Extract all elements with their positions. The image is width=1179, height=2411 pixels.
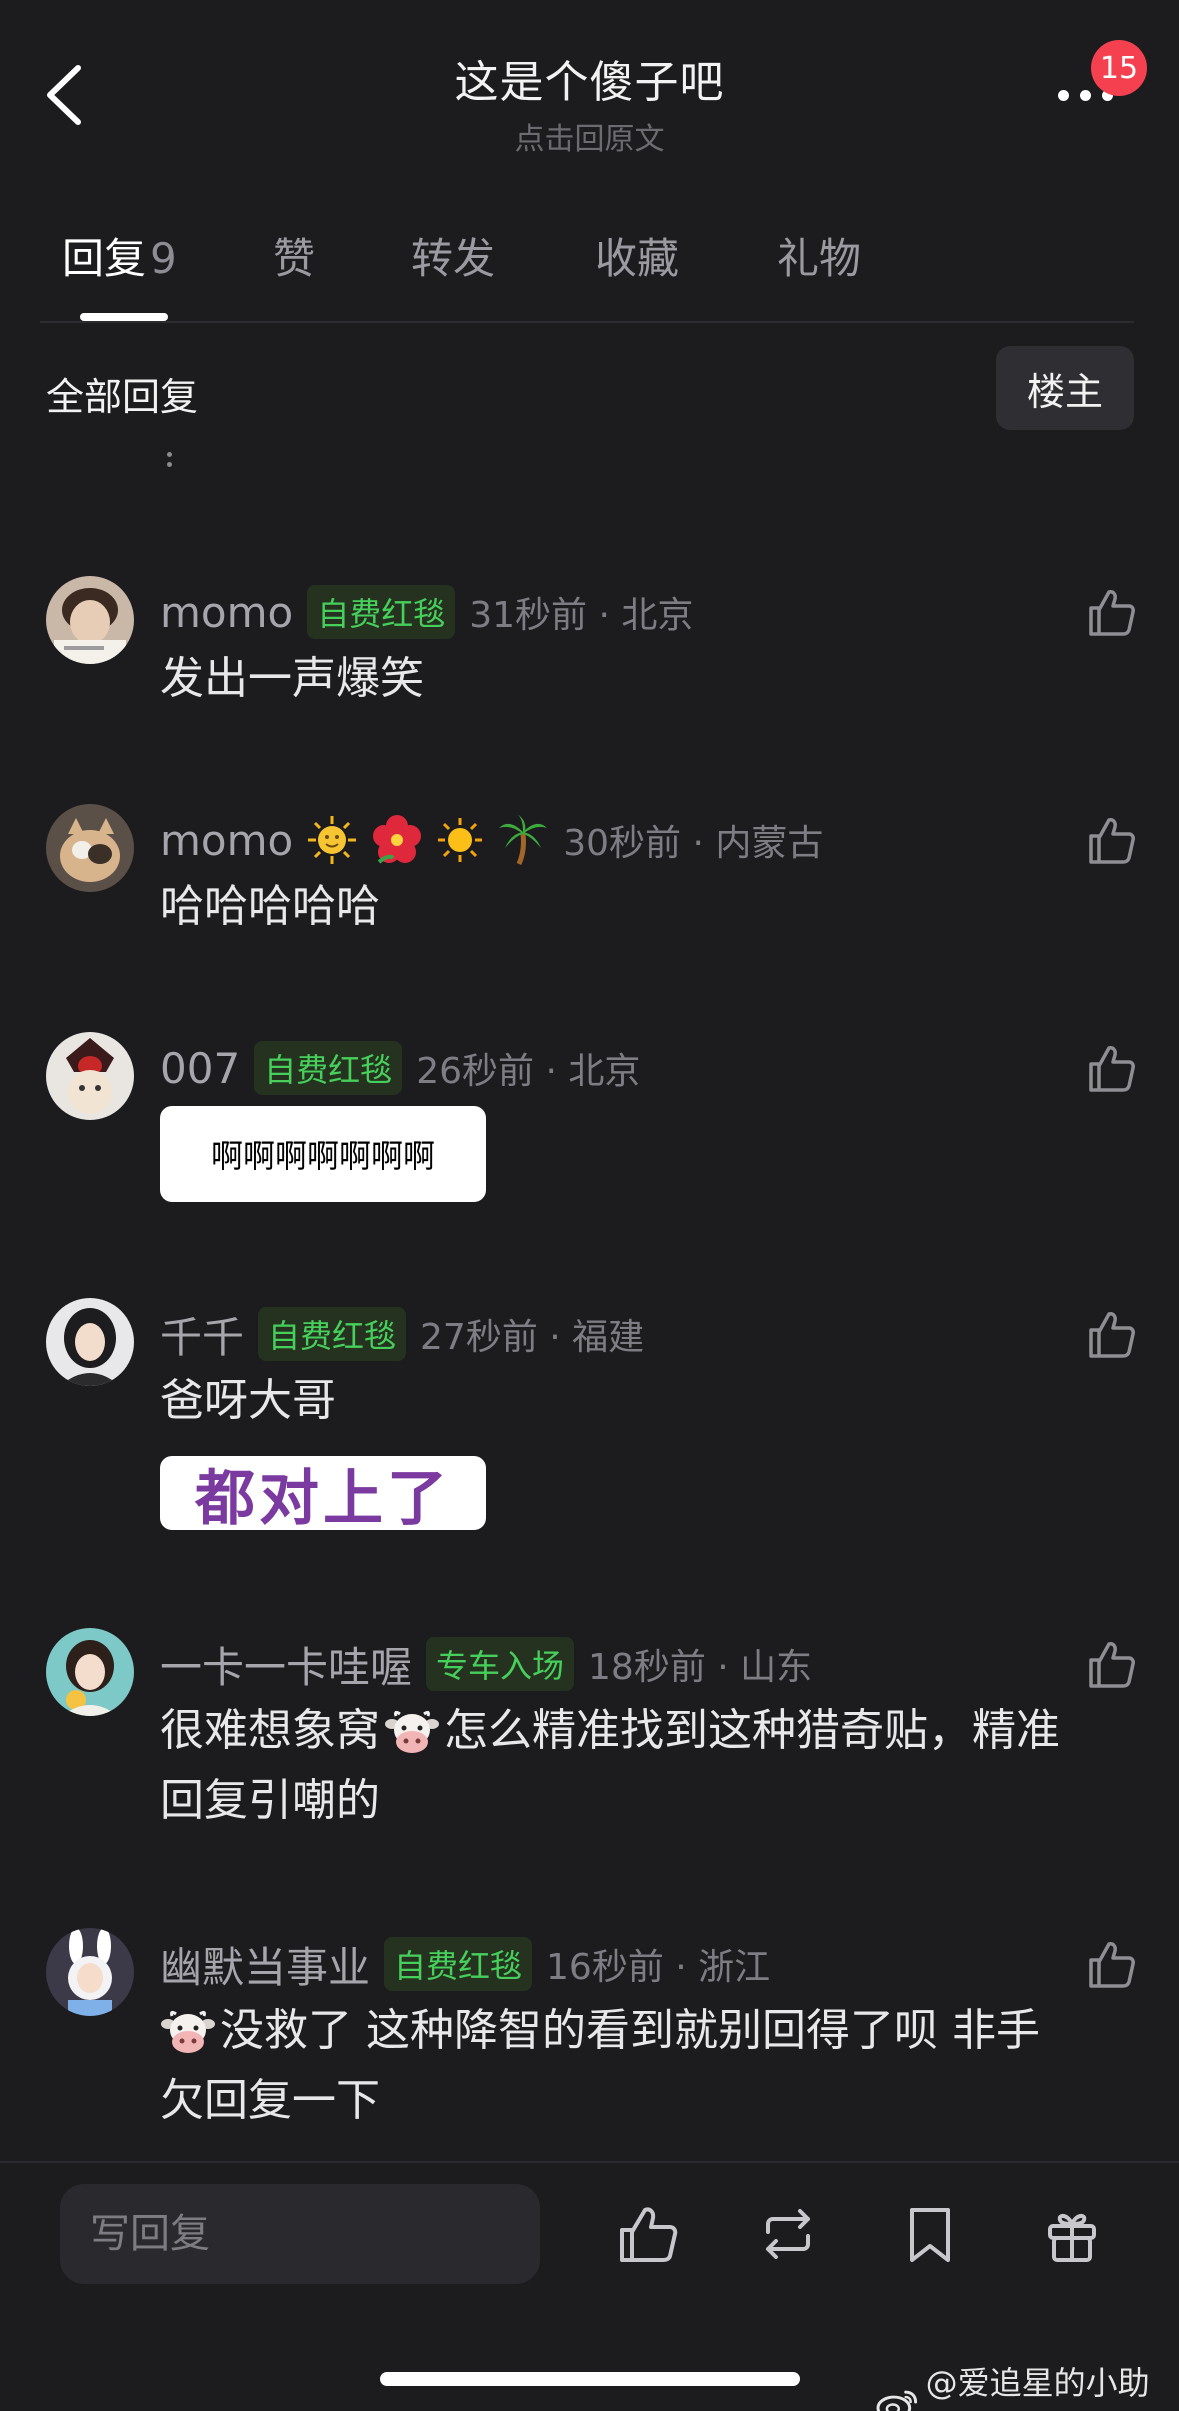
all-replies-heading: 全部回复: [46, 375, 199, 419]
username[interactable]: momo: [160, 588, 293, 637]
repost-icon[interactable]: [756, 2202, 820, 2266]
timestamp-location: 26秒前 · 北京: [416, 1051, 641, 1092]
comment-meta: momo 30秒前 · 内蒙古: [160, 810, 823, 870]
status-badge: 自费红毯: [384, 1937, 533, 1991]
timestamp-location: 27秒前 · 福建: [420, 1317, 645, 1358]
page-title: 这是个傻子吧: [454, 57, 725, 108]
thumb-up-icon[interactable]: [1085, 1308, 1137, 1360]
comment-text-part: 没救了 这种降智的看到就别回得了呗 非手: [220, 2005, 1040, 2056]
comment-text: 很难想象窝 怎么精准找到这种猎奇贴，精准回复引嘲的: [160, 1696, 1150, 1836]
thumb-up-icon[interactable]: [1085, 814, 1137, 866]
avatar[interactable]: [46, 1928, 134, 2016]
owner-filter-button[interactable]: 楼主: [996, 346, 1134, 430]
status-badge: 自费红毯: [254, 1041, 403, 1095]
avatar[interactable]: [46, 804, 134, 892]
status-badge: 自费红毯: [307, 585, 456, 639]
avatar[interactable]: [46, 1628, 134, 1716]
tab-bar: 回复9 赞 转发 收藏 礼物: [0, 225, 1179, 325]
comment-text-part: 欠回复一下: [160, 2075, 380, 2126]
comment-text-part: 很难想象窝: [160, 1705, 380, 1756]
comment-text: 哈哈哈哈哈: [160, 881, 380, 932]
timestamp-location: 16秒前 · 浙江: [546, 1947, 771, 1988]
comment-text-part: 回复引嘲的: [160, 1775, 380, 1826]
status-badge: 自费红毯: [258, 1307, 407, 1361]
header-title-block[interactable]: 这是个傻子吧 点击回原文: [0, 46, 1179, 158]
watermark: @爱追星的小助理: [876, 2358, 1179, 2411]
tab-favorites[interactable]: 收藏: [595, 225, 679, 286]
palm-tree-icon: [499, 814, 548, 865]
reply-input[interactable]: [60, 2184, 540, 2284]
thumb-up-icon[interactable]: [1085, 1938, 1137, 1990]
comment-text-part: 怎么精准找到这种猎奇贴，精准: [444, 1705, 1060, 1756]
comment-text: 爸呀大哥: [160, 1375, 336, 1426]
sticker-image[interactable]: 都对上了: [160, 1456, 486, 1530]
divider: [0, 2161, 1179, 2163]
timestamp-location: 30秒前 · 内蒙古: [563, 823, 824, 864]
bookmark-icon[interactable]: [898, 2202, 962, 2266]
username[interactable]: 千千: [160, 1304, 244, 1365]
status-badge: 专车入场: [426, 1637, 575, 1691]
comment-text: 发出一声爆笑: [160, 653, 424, 704]
divider: [40, 321, 1134, 323]
comment-meta: 千千 自费红毯 27秒前 · 福建: [160, 1304, 644, 1364]
tab-replies-label: 回复: [62, 234, 147, 283]
thumb-up-icon[interactable]: [616, 2202, 680, 2266]
hibiscus-icon: [373, 815, 422, 864]
timestamp-location: 31秒前 · 北京: [469, 595, 694, 636]
emoji-decorations: [307, 814, 549, 866]
home-indicator[interactable]: [380, 2372, 800, 2386]
tab-likes[interactable]: 赞: [273, 225, 315, 286]
thumb-up-icon[interactable]: [1085, 1638, 1137, 1690]
comment-meta: momo 自费红毯 31秒前 · 北京: [160, 582, 693, 642]
thumb-up-icon[interactable]: [1085, 586, 1137, 638]
watermark-text: @爱追星的小助理: [925, 2364, 1150, 2411]
cow-face-icon: [161, 2010, 215, 2053]
username[interactable]: momo: [160, 816, 293, 865]
reply-thread-screen: 这是个傻子吧 点击回原文 15 回复9 赞 转发 收藏 礼物 全部回复 楼主 m…: [0, 0, 1179, 2411]
avatar[interactable]: [46, 1032, 134, 1120]
back-to-post-link[interactable]: 点击回原文: [0, 114, 1179, 158]
divider: [167, 452, 172, 457]
avatar[interactable]: [46, 1298, 134, 1386]
comment-text: 没救了 这种降智的看到就别回得了呗 非手欠回复一下: [160, 1996, 1150, 2136]
sun-icon: [438, 818, 483, 862]
notification-badge: 15: [1091, 40, 1147, 96]
tab-gifts[interactable]: 礼物: [777, 225, 861, 286]
avatar[interactable]: [46, 576, 134, 664]
cow-face-icon: [385, 1710, 439, 1753]
sun-with-face-icon: [308, 816, 357, 864]
active-tab-indicator: [80, 313, 168, 321]
weibo-logo-icon: [876, 2390, 918, 2411]
username[interactable]: 一卡一卡哇喔: [160, 1634, 412, 1695]
comment-meta: 幽默当事业 自费红毯 16秒前 · 浙江: [160, 1934, 770, 1994]
divider: [167, 462, 172, 467]
tab-replies[interactable]: 回复9: [62, 225, 177, 286]
username[interactable]: 幽默当事业: [160, 1934, 370, 1995]
gift-icon[interactable]: [1040, 2202, 1104, 2266]
comment-meta: 一卡一卡哇喔 专车入场 18秒前 · 山东: [160, 1634, 812, 1694]
comment-meta: 007 自费红毯 26秒前 · 北京: [160, 1038, 640, 1098]
thumb-up-icon[interactable]: [1085, 1042, 1137, 1094]
sticker-image[interactable]: 啊啊啊啊啊啊啊: [160, 1106, 486, 1202]
tab-replies-count: 9: [150, 234, 177, 283]
tab-reposts[interactable]: 转发: [411, 225, 495, 286]
username[interactable]: 007: [160, 1044, 240, 1093]
timestamp-location: 18秒前 · 山东: [588, 1647, 813, 1688]
